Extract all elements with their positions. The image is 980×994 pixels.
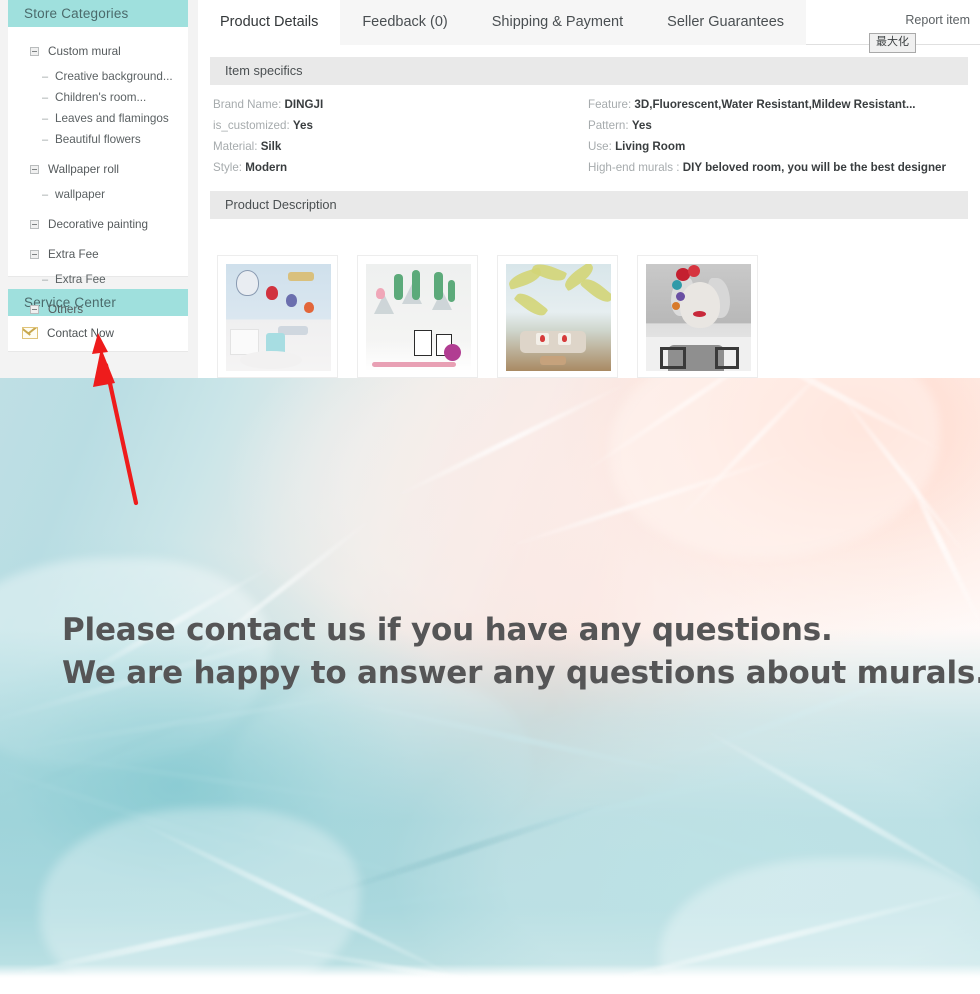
tree-collapse-icon[interactable] <box>30 305 39 314</box>
tree-collapse-icon[interactable] <box>30 220 39 229</box>
category-label: wallpaper <box>55 188 106 201</box>
category-item-beautiful-flowers[interactable]: – Beautiful flowers <box>8 129 188 150</box>
product-thumbnail[interactable] <box>217 255 338 378</box>
category-label: Extra Fee <box>48 248 99 261</box>
store-categories-panel: Store Categories Custom mural – Creative… <box>8 0 188 316</box>
spec-style: Style: Modern <box>213 161 288 174</box>
service-center-panel: Service Center Contact Now <box>8 289 188 352</box>
tab-seller-guarantees[interactable]: Seller Guarantees <box>645 0 807 45</box>
category-item-creative-background[interactable]: – Creative background... <box>8 66 188 87</box>
banner-line-2: We are happy to answer any questions abo… <box>62 655 980 691</box>
category-item-wallpaper[interactable]: – wallpaper <box>8 184 188 205</box>
category-label: Creative background... <box>55 70 173 83</box>
dash-icon: – <box>42 91 49 104</box>
mural-image-nordic-cactus <box>366 264 471 371</box>
category-item-childrens-room[interactable]: – Children's room... <box>8 87 188 108</box>
tree-collapse-icon[interactable] <box>30 47 39 56</box>
category-label: Custom mural <box>48 45 121 58</box>
product-thumbnail-row <box>217 255 758 378</box>
dash-icon: – <box>42 112 49 125</box>
category-label: Wallpaper roll <box>48 163 120 176</box>
tree-collapse-icon[interactable] <box>30 165 39 174</box>
envelope-icon <box>22 327 38 339</box>
spec-brand-name: Brand Name: DINGJI <box>213 98 324 111</box>
dash-icon: – <box>42 188 49 201</box>
product-description-header: Product Description <box>210 191 968 219</box>
top-region: Store Categories Custom mural – Creative… <box>0 0 980 378</box>
spec-material: Material: Silk <box>213 140 282 153</box>
mural-image-marilyn-monroe <box>646 264 751 371</box>
category-label: Extra Fee <box>55 273 106 286</box>
store-categories-list: Custom mural – Creative background... – … <box>8 27 188 316</box>
category-item-leaves-and-flamingos[interactable]: – Leaves and flamingos <box>8 108 188 129</box>
spec-feature: Feature: 3D,Fluorescent,Water Resistant,… <box>588 98 916 111</box>
banner-line-1: Please contact us if you have any questi… <box>62 612 833 648</box>
promo-feather-banner: Please contact us if you have any questi… <box>0 378 980 978</box>
tab-feedback[interactable]: Feedback (0) <box>340 0 470 45</box>
tab-product-details[interactable]: Product Details <box>198 0 341 45</box>
contact-now-link[interactable]: Contact Now <box>8 323 188 343</box>
item-specifics-header: Item specifics <box>210 57 968 85</box>
dash-icon: – <box>42 133 49 146</box>
product-thumbnail[interactable] <box>357 255 478 378</box>
dash-icon: – <box>42 70 49 83</box>
category-item-custom-mural[interactable]: Custom mural <box>8 41 188 62</box>
category-item-extra-fee-group[interactable]: Extra Fee <box>8 244 188 265</box>
banner-message: Please contact us if you have any questi… <box>62 609 980 695</box>
tab-shipping-payment[interactable]: Shipping & Payment <box>469 0 646 45</box>
category-label: Decorative painting <box>48 218 149 231</box>
category-label: Beautiful flowers <box>55 133 141 146</box>
tab-list: Product Details Feedback (0) Shipping & … <box>198 0 980 45</box>
category-item-decorative-painting[interactable]: Decorative painting <box>8 214 188 235</box>
category-label: Children's room... <box>55 91 147 104</box>
service-center-list: Contact Now <box>8 316 188 352</box>
spec-use: Use: Living Room <box>588 140 686 153</box>
tree-collapse-icon[interactable] <box>30 250 39 259</box>
product-thumbnail[interactable] <box>497 255 618 378</box>
spec-high-end-murals: High-end murals : DIY beloved room, you … <box>588 161 947 174</box>
spec-pattern: Pattern: Yes <box>588 119 652 132</box>
item-specifics-grid: Brand Name: DINGJI Feature: 3D,Fluoresce… <box>210 97 968 176</box>
tab-bar: Product Details Feedback (0) Shipping & … <box>198 0 980 53</box>
mural-image-kids-balloons <box>226 264 331 371</box>
spec-is-customized: is_customized: Yes <box>213 119 313 132</box>
category-item-extra-fee[interactable]: – Extra Fee <box>8 269 188 290</box>
contact-now-label: Contact Now <box>47 326 114 340</box>
store-categories-header: Store Categories <box>8 0 188 27</box>
mural-image-tropical-flamingo <box>506 264 611 371</box>
left-sidebar: Store Categories Custom mural – Creative… <box>8 0 188 378</box>
maximize-tooltip[interactable]: 最大化 <box>869 33 916 53</box>
product-thumbnail[interactable] <box>637 255 758 378</box>
category-label: Leaves and flamingos <box>55 112 169 125</box>
category-item-wallpaper-roll[interactable]: Wallpaper roll <box>8 159 188 180</box>
dash-icon: – <box>42 273 49 286</box>
page-root: Store Categories Custom mural – Creative… <box>0 0 980 994</box>
